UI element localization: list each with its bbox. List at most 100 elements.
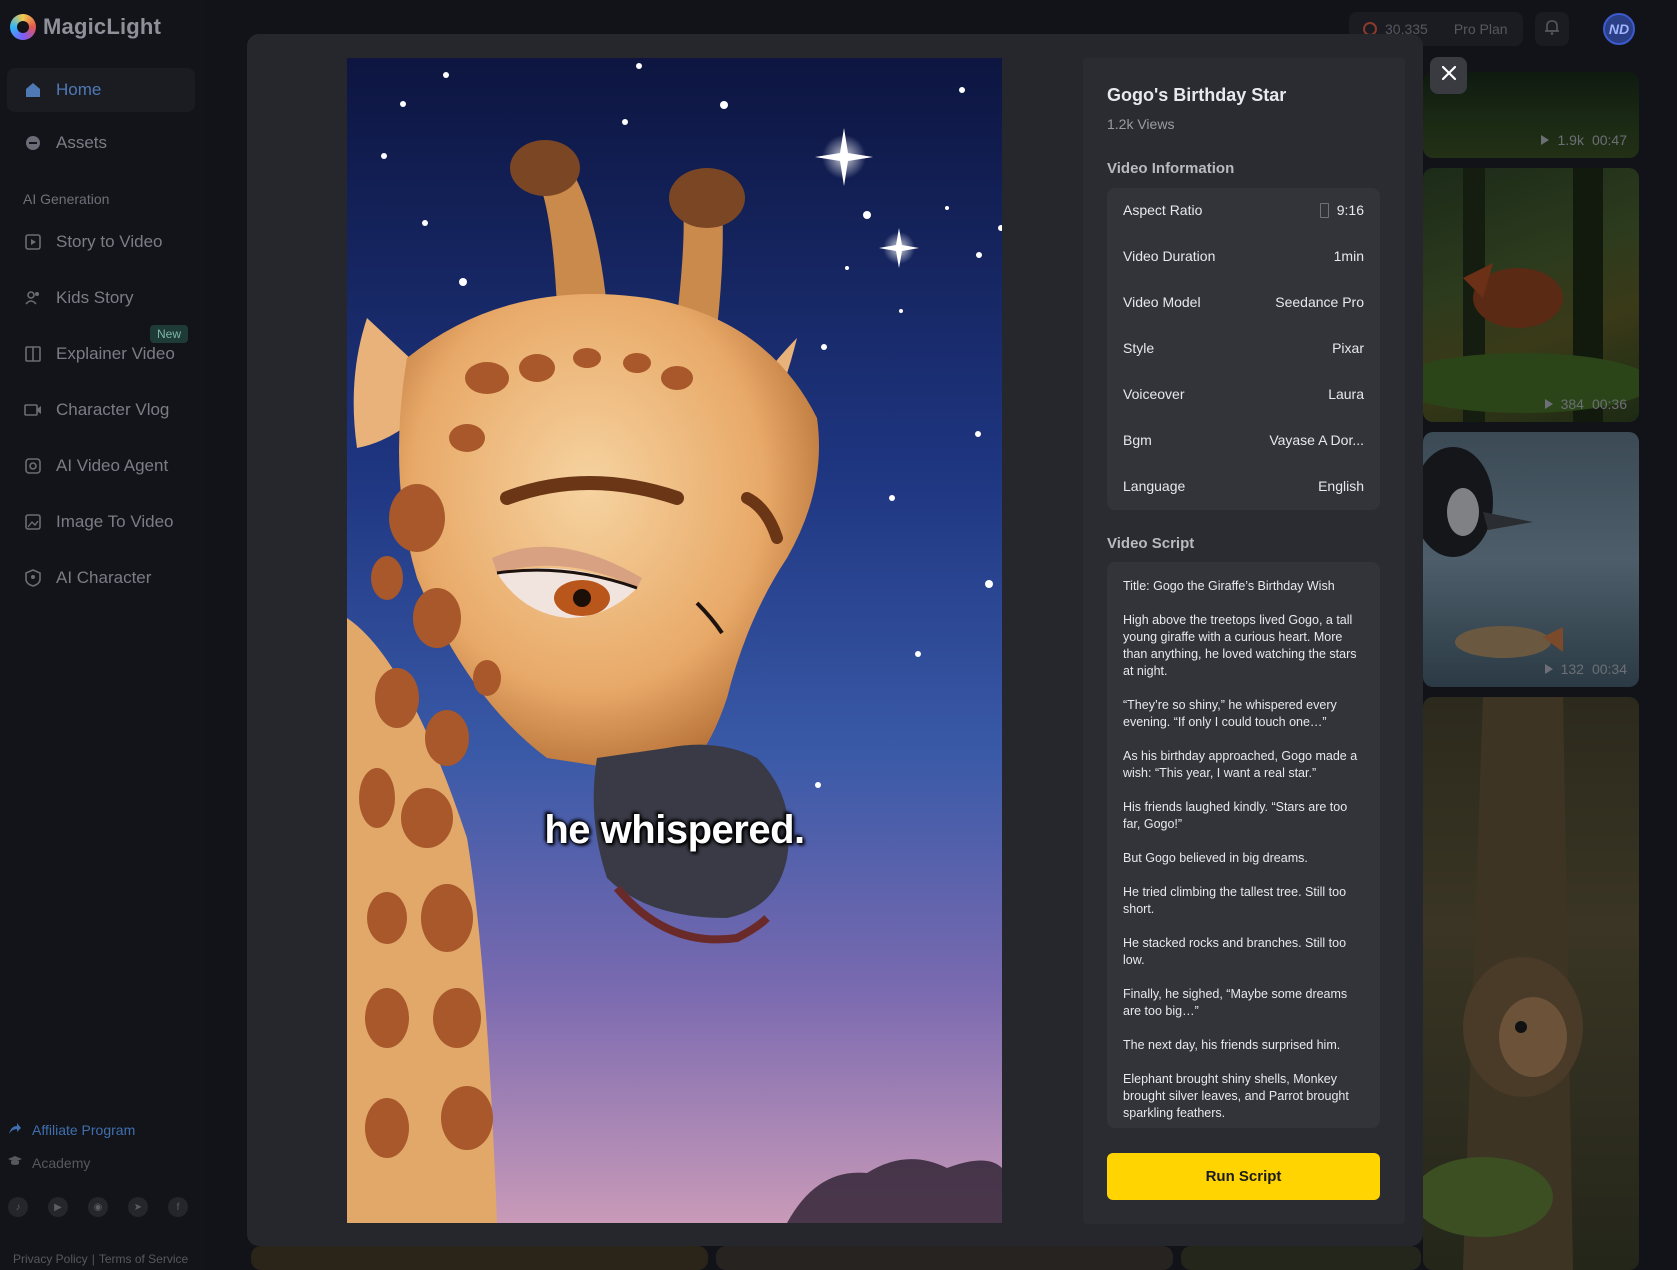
card-meta: 384 00:36 [1544, 396, 1627, 412]
info-row-voiceover: Voiceover Laura [1123, 384, 1364, 404]
sidebar-item-label: Image To Video [56, 512, 174, 531]
bell-icon [1543, 18, 1561, 41]
fox-thumbnail [1423, 168, 1639, 422]
info-label: Style [1123, 340, 1155, 356]
giraffe-video-frame [347, 58, 1002, 1223]
video-script-box[interactable]: Title: Gogo the Giraffe’s Birthday Wish … [1107, 562, 1380, 1128]
new-badge: New [150, 325, 189, 343]
card-views: 1.9k [1557, 132, 1584, 148]
privacy-policy-link[interactable]: Privacy Policy [13, 1252, 88, 1266]
hedgehog-thumbnail [1423, 697, 1583, 1270]
info-row-style: Style Pixar [1123, 338, 1364, 358]
card-meta: 1.9k 00:47 [1541, 132, 1627, 148]
character-icon [24, 569, 42, 587]
sidebar-item-ai-character[interactable]: AI Character [7, 556, 195, 600]
video-information-heading: Video Information [1107, 160, 1235, 177]
app-logo[interactable]: MagicLight [10, 12, 161, 42]
info-row-bgm: Bgm Vayase A Dor... [1123, 430, 1364, 450]
info-label: Bgm [1123, 432, 1152, 448]
kids-icon [24, 289, 42, 307]
legal-separator: | [91, 1252, 95, 1266]
avatar[interactable]: ND [1603, 13, 1635, 45]
share-icon [8, 1121, 22, 1138]
card-duration: 00:34 [1591, 661, 1627, 677]
video-title: Gogo's Birthday Star [1107, 85, 1287, 105]
gallery-card[interactable] [1181, 1246, 1421, 1270]
sidebar-item-assets[interactable]: Assets [7, 121, 195, 165]
sidebar-item-label: Story to Video [56, 232, 163, 251]
sidebar-item-label: Assets [56, 133, 108, 152]
sidebar-item-label: Character Vlog [56, 400, 170, 419]
academy-label: Academy [32, 1154, 91, 1171]
video-script-heading: Video Script [1107, 535, 1195, 552]
info-value: English [1318, 478, 1364, 494]
telegram-icon[interactable]: ➤ [128, 1197, 148, 1217]
script-paragraph: “They’re so shiny,” he whispered every e… [1123, 698, 1337, 729]
sidebar-item-image-to-video[interactable]: Image To Video [7, 500, 195, 544]
card-duration: 00:47 [1591, 132, 1627, 148]
play-icon [1541, 135, 1550, 145]
script-paragraph: As his birthday approached, Gogo made a … [1123, 749, 1358, 780]
affiliate-label: Affiliate Program [32, 1121, 136, 1138]
card-views: 132 [1560, 661, 1584, 677]
play-square-icon [24, 233, 42, 251]
sidebar-item-story-to-video[interactable]: Story to Video [7, 220, 195, 264]
gallery-card[interactable]: 384 00:36 [1423, 168, 1639, 422]
info-value: 1min [1333, 248, 1364, 264]
sidebar-item-label: Kids Story [56, 288, 134, 307]
script-paragraph: Title: Gogo the Giraffe’s Birthday Wish [1123, 579, 1335, 593]
sidebar-item-kids-story[interactable]: Kids Story [7, 276, 195, 320]
logo-icon [10, 14, 36, 40]
info-value: 9:16 [1336, 202, 1364, 218]
script-paragraph: His friends laughed kindly. “Stars are t… [1123, 800, 1348, 831]
info-value: Laura [1328, 386, 1364, 402]
sidebar: MagicLight Home Assets AI Generation Sto… [0, 0, 205, 1270]
video-views: 1.2k Views [1107, 116, 1175, 132]
gallery-card[interactable] [1423, 697, 1639, 1270]
section-label-ai-generation: AI Generation [23, 191, 110, 207]
script-paragraph: He tried climbing the tallest tree. Stil… [1123, 885, 1347, 916]
script-paragraph: Finally, he sighed, “Maybe some dreams a… [1123, 987, 1348, 1018]
script-paragraph: High above the treetops lived Gogo, a ta… [1123, 613, 1357, 678]
youtube-icon[interactable]: ▶ [48, 1197, 68, 1217]
close-modal-button[interactable] [1430, 57, 1467, 94]
info-row-video-duration: Video Duration 1min [1123, 246, 1364, 266]
image-icon [24, 513, 42, 531]
info-label: Aspect Ratio [1123, 202, 1203, 218]
info-row-aspect-ratio: Aspect Ratio 9:16 [1123, 200, 1364, 220]
discord-icon[interactable]: ◉ [88, 1197, 108, 1217]
terms-of-service-link[interactable]: Terms of Service [99, 1252, 188, 1266]
video-player[interactable]: he whispered. [347, 58, 1002, 1223]
tiktok-icon[interactable]: ♪ [8, 1197, 28, 1217]
sidebar-item-label: AI Character [56, 568, 152, 587]
card-views: 384 [1560, 396, 1584, 412]
academy-link[interactable]: Academy [8, 1154, 90, 1171]
info-value: Pixar [1332, 340, 1364, 356]
video-subtitle: he whispered. [544, 808, 805, 852]
info-label: Video Model [1123, 294, 1201, 310]
sidebar-item-ai-video-agent[interactable]: AI Video Agent [7, 444, 195, 488]
card-meta: 132 00:34 [1544, 661, 1627, 677]
sidebar-item-character-vlog[interactable]: Character Vlog [7, 388, 195, 432]
sidebar-item-label: Home [56, 80, 102, 99]
app-name: MagicLight [43, 14, 162, 39]
script-paragraph: He stacked rocks and branches. Still too… [1123, 936, 1347, 967]
card-duration: 00:36 [1591, 396, 1627, 412]
script-paragraph: The next day, his friends surprised him. [1123, 1038, 1341, 1052]
info-label: Video Duration [1123, 248, 1216, 264]
affiliate-program-link[interactable]: Affiliate Program [8, 1121, 135, 1138]
gallery-card[interactable] [251, 1246, 708, 1270]
facebook-icon[interactable]: f [168, 1197, 188, 1217]
aspect-ratio-icon [1319, 202, 1329, 218]
notifications-button[interactable] [1535, 12, 1569, 46]
gallery-card[interactable]: 132 00:34 [1423, 432, 1639, 687]
graduation-cap-icon [8, 1154, 22, 1171]
run-script-button[interactable]: Run Script [1107, 1153, 1380, 1200]
info-value: Seedance Pro [1275, 294, 1364, 310]
penguin-thumbnail [1423, 447, 1563, 658]
book-icon [24, 345, 42, 363]
agent-icon [24, 457, 42, 475]
info-row-language: Language English [1123, 476, 1364, 496]
sidebar-item-home[interactable]: Home [7, 68, 195, 112]
gallery-card[interactable] [716, 1246, 1173, 1270]
